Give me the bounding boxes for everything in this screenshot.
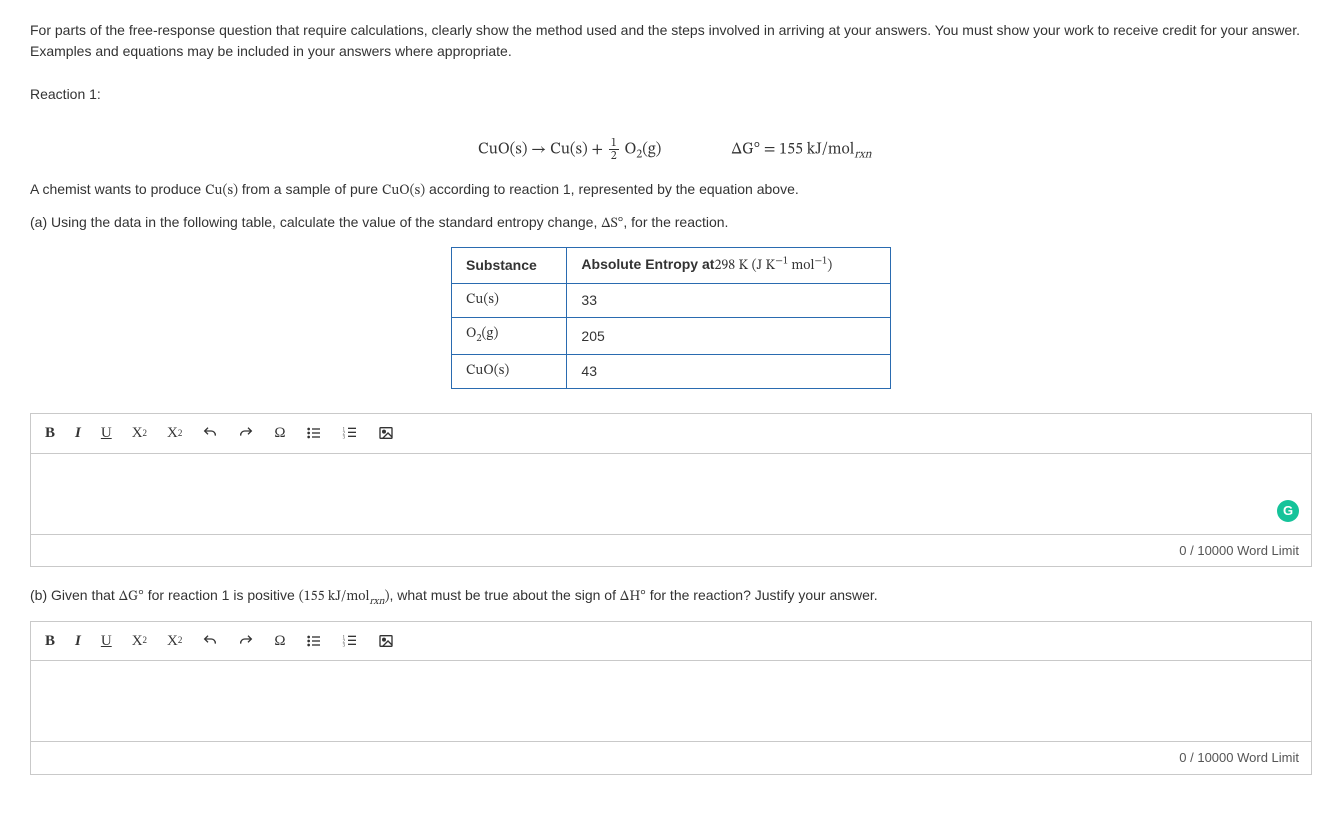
bullet-list-button[interactable] bbox=[306, 633, 322, 649]
txt: X bbox=[132, 422, 143, 445]
editor-toolbar: B I U X2 X2 Ω 123 bbox=[31, 622, 1311, 662]
answer-textarea-a[interactable]: G bbox=[31, 454, 1311, 534]
frac-num: 1 bbox=[609, 137, 619, 150]
delta-h-symbol: ΔH° bbox=[620, 590, 646, 604]
exp: 2 bbox=[178, 427, 183, 441]
cell-substance: CuO(s) bbox=[452, 355, 567, 389]
italic-button[interactable]: I bbox=[75, 422, 81, 445]
fraction-half: 12 bbox=[609, 137, 619, 162]
txt: O bbox=[466, 327, 476, 341]
txt: X bbox=[167, 630, 178, 653]
special-char-button[interactable]: Ω bbox=[274, 422, 285, 445]
subscript-button[interactable]: X2 bbox=[167, 422, 182, 445]
bullet-list-button[interactable] bbox=[306, 425, 322, 441]
sub: rxn bbox=[369, 597, 384, 607]
chemist-statement: A chemist wants to produce Cu(s) from a … bbox=[30, 179, 1312, 202]
word-limit-a: 0 / 10000 Word Limit bbox=[31, 534, 1311, 567]
txt: Absolute Entropy at bbox=[581, 256, 714, 272]
undo-button[interactable] bbox=[202, 425, 218, 441]
redo-button[interactable] bbox=[238, 425, 254, 441]
cell-value: 43 bbox=[567, 355, 891, 389]
txt: X bbox=[167, 422, 178, 445]
cell-value: 205 bbox=[567, 318, 891, 355]
underline-button[interactable]: U bbox=[101, 422, 112, 445]
txt: ) bbox=[827, 259, 832, 273]
instructions-text: For parts of the free-response question … bbox=[30, 20, 1312, 62]
frac-den: 2 bbox=[609, 150, 619, 162]
txt: , what must be true about the sign of bbox=[390, 587, 620, 603]
cell-substance: Cu(s) bbox=[452, 284, 567, 318]
col-substance: Substance bbox=[452, 248, 567, 284]
delta-g-text: ΔG° = 155 kJ/mol bbox=[731, 141, 854, 157]
subscript-button[interactable]: X2 bbox=[167, 630, 182, 653]
txt: from a sample of pure bbox=[238, 181, 382, 197]
reaction-label: Reaction 1: bbox=[30, 84, 1312, 105]
editor-toolbar: B I U X2 X2 Ω 123 bbox=[31, 414, 1311, 454]
bold-button[interactable]: B bbox=[45, 422, 55, 445]
txt: (g) bbox=[482, 327, 499, 341]
reaction-equation: CuO(s) → Cu(s) + 12 O2 (g) ΔG° = 155 kJ/mo… bbox=[30, 113, 1312, 163]
cell-value: 33 bbox=[567, 284, 891, 318]
col-entropy: Absolute Entropy at298 K (J K−1 mol−1) bbox=[567, 248, 891, 284]
superscript-button[interactable]: X2 bbox=[132, 630, 147, 653]
image-button[interactable] bbox=[378, 633, 394, 649]
superscript-button[interactable]: X2 bbox=[132, 422, 147, 445]
table-row: O2(g) 205 bbox=[452, 318, 891, 355]
txt: X bbox=[132, 630, 143, 653]
txt: (b) Given that bbox=[30, 587, 119, 603]
numbered-list-button[interactable]: 123 bbox=[342, 425, 358, 441]
redo-button[interactable] bbox=[238, 633, 254, 649]
answer-editor-b: B I U X2 X2 Ω 123 0 / 10000 Word Limit bbox=[30, 621, 1312, 775]
sup: −1 bbox=[814, 257, 827, 267]
undo-button[interactable] bbox=[202, 633, 218, 649]
table-header-row: Substance Absolute Entropy at298 K (J K−… bbox=[452, 248, 891, 284]
txt: A chemist wants to produce bbox=[30, 181, 205, 197]
eq-after-frac: O bbox=[621, 141, 637, 157]
txt: for the reaction? Justify your answer. bbox=[646, 587, 878, 603]
special-char-button[interactable]: Ω bbox=[274, 630, 285, 653]
svg-text:3: 3 bbox=[342, 643, 345, 648]
sup: −1 bbox=[775, 257, 788, 267]
formula-cuo: CuO(s) bbox=[382, 184, 425, 198]
txt: for reaction 1 is positive bbox=[144, 587, 299, 603]
underline-button[interactable]: U bbox=[101, 630, 112, 653]
image-button[interactable] bbox=[378, 425, 394, 441]
part-b-prompt: (b) Given that ΔG° for reaction 1 is pos… bbox=[30, 585, 1312, 611]
txt: (a) Using the data in the following tabl… bbox=[30, 214, 601, 230]
bold-button[interactable]: B bbox=[45, 630, 55, 653]
word-limit-b: 0 / 10000 Word Limit bbox=[31, 741, 1311, 774]
answer-editor-a: B I U X2 X2 Ω 123 G 0 / 10000 Word Limit bbox=[30, 413, 1312, 567]
exp: 2 bbox=[143, 634, 148, 648]
delta-s-symbol: ΔS° bbox=[601, 217, 623, 231]
italic-button[interactable]: I bbox=[75, 630, 81, 653]
o2-tail: (g) bbox=[642, 141, 661, 157]
txt: according to reaction 1, represented by … bbox=[425, 181, 799, 197]
exp: 2 bbox=[143, 427, 148, 441]
svg-text:3: 3 bbox=[342, 436, 345, 441]
answer-textarea-b[interactable] bbox=[31, 661, 1311, 741]
eq-lhs: CuO(s) → Cu(s) + bbox=[478, 141, 607, 157]
formula-cu: Cu(s) bbox=[205, 184, 238, 198]
entropy-table: Substance Absolute Entropy at298 K (J K−… bbox=[451, 247, 891, 389]
part-a-prompt: (a) Using the data in the following tabl… bbox=[30, 212, 1312, 235]
table-row: CuO(s) 43 bbox=[452, 355, 891, 389]
exp: 2 bbox=[178, 634, 183, 648]
numbered-list-button[interactable]: 123 bbox=[342, 633, 358, 649]
txt: mol bbox=[788, 259, 814, 273]
paren: (155 kJ/mol bbox=[299, 590, 370, 604]
cell-substance: O2(g) bbox=[452, 318, 567, 355]
delta-g-symbol: ΔG° bbox=[119, 590, 144, 604]
table-row: Cu(s) 33 bbox=[452, 284, 891, 318]
delta-g-sub: rxn bbox=[854, 148, 871, 160]
txt: 298 K (J K bbox=[714, 259, 775, 273]
txt: , for the reaction. bbox=[623, 214, 728, 230]
grammarly-icon[interactable]: G bbox=[1277, 500, 1299, 522]
